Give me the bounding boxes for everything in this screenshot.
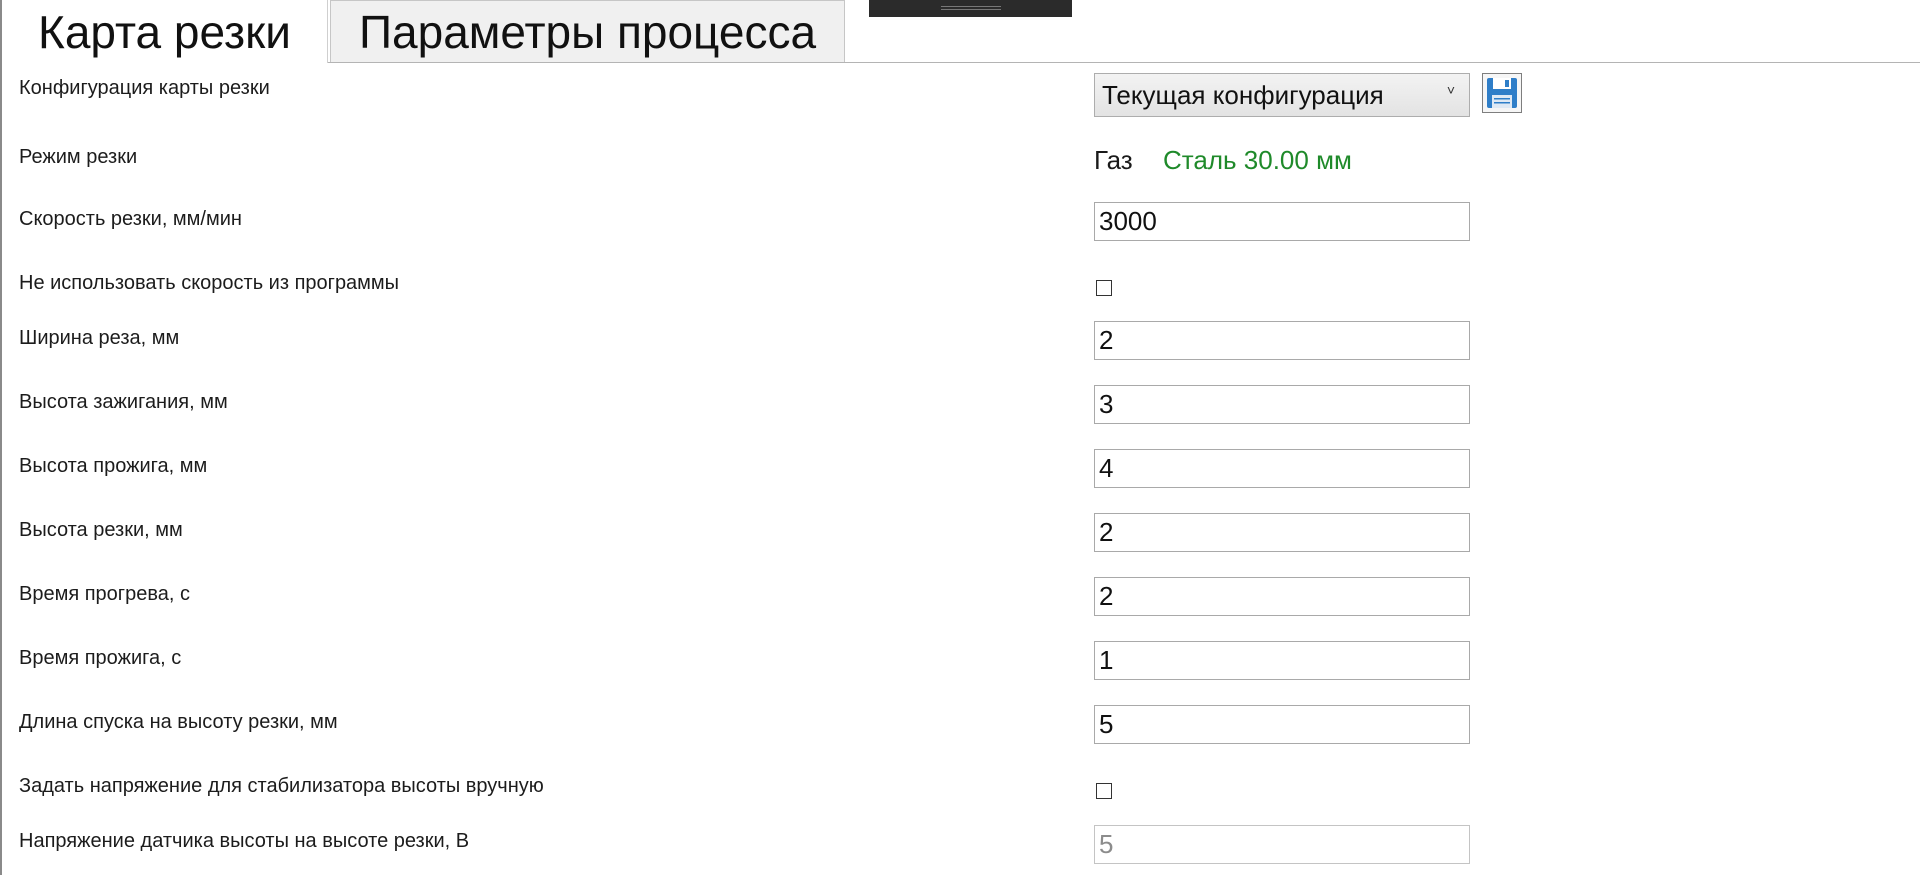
descent-length-input[interactable]: 5: [1094, 705, 1470, 744]
ignition-height-input[interactable]: 3: [1094, 385, 1470, 424]
preheat-time-label: Время прогрева, с: [19, 583, 190, 605]
tab-cutting-map[interactable]: Карта резки: [2, 0, 328, 63]
chevron-down-icon: ˅: [1446, 82, 1455, 98]
tab-strip: Карта резки Параметры процесса: [2, 0, 1920, 63]
descent-length-label: Длина спуска на высоту резки, мм: [19, 711, 338, 733]
sensor-voltage-label: Напряжение датчика высоты на высоте резк…: [19, 830, 470, 852]
config-label: Конфигурация карты резки: [19, 77, 270, 99]
pierce-time-input[interactable]: 1: [1094, 641, 1470, 680]
save-config-button[interactable]: [1482, 73, 1522, 113]
config-select-value: Текущая конфигурация: [1102, 80, 1384, 110]
manual-voltage-label: Задать напряжение для стабилизатора высо…: [19, 775, 544, 797]
mode-label: Режим резки: [19, 146, 138, 168]
pierce-height-label: Высота прожига, мм: [19, 455, 208, 477]
drag-handle[interactable]: [869, 0, 1072, 17]
mode-material-value: Сталь 30.00 мм: [1163, 145, 1352, 175]
cut-speed-input[interactable]: 3000: [1094, 202, 1470, 241]
ignition-height-label: Высота зажигания, мм: [19, 391, 228, 413]
kerf-width-input[interactable]: 2: [1094, 321, 1470, 360]
mode-gas-value: Газ: [1094, 145, 1133, 175]
floppy-disk-icon: [1487, 78, 1517, 108]
cut-height-input[interactable]: 2: [1094, 513, 1470, 552]
manual-voltage-checkbox[interactable]: [1096, 783, 1112, 799]
grip-line: [941, 9, 1001, 10]
sensor-voltage-input: 5: [1094, 825, 1470, 864]
config-select[interactable]: Текущая конфигурация ˅: [1094, 73, 1470, 117]
cut-height-label: Высота резки, мм: [19, 519, 183, 541]
pierce-time-label: Время прожига, с: [19, 647, 182, 669]
preheat-time-input[interactable]: 2: [1094, 577, 1470, 616]
grip-line: [941, 6, 1001, 7]
kerf-width-label: Ширина реза, мм: [19, 327, 180, 349]
ignore-program-speed-checkbox[interactable]: [1096, 280, 1112, 296]
cutting-settings-window: Карта резки Параметры процесса Конфигура…: [0, 0, 1920, 875]
cut-speed-label: Скорость резки, мм/мин: [19, 208, 242, 230]
ignore-program-speed-label: Не использовать скорость из программы: [19, 272, 400, 294]
tab-process-params[interactable]: Параметры процесса: [330, 0, 845, 62]
pierce-height-input[interactable]: 4: [1094, 449, 1470, 488]
